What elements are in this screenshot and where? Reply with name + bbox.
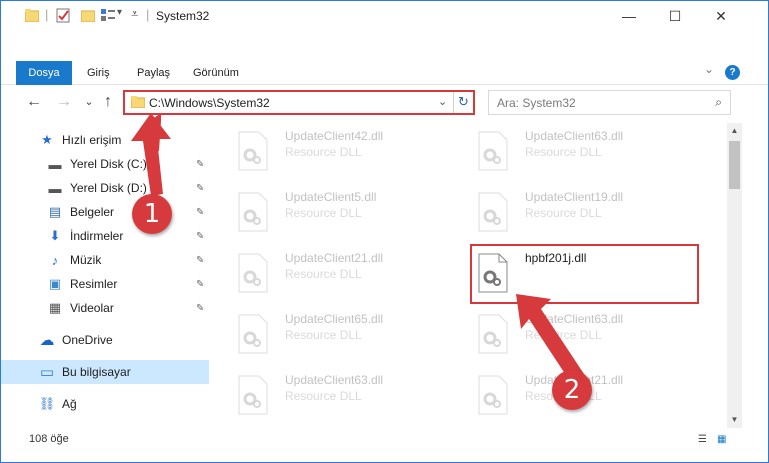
step-1-badge: 1 [132, 194, 172, 234]
step-2-badge: 2 [552, 370, 592, 410]
explorer-window: | ▾ ⩡ | System32 — ☐ ✕ Dosya Giriş Payla… [0, 0, 769, 463]
arrow-1-body [131, 113, 171, 196]
annotation-arrows [131, 113, 586, 386]
